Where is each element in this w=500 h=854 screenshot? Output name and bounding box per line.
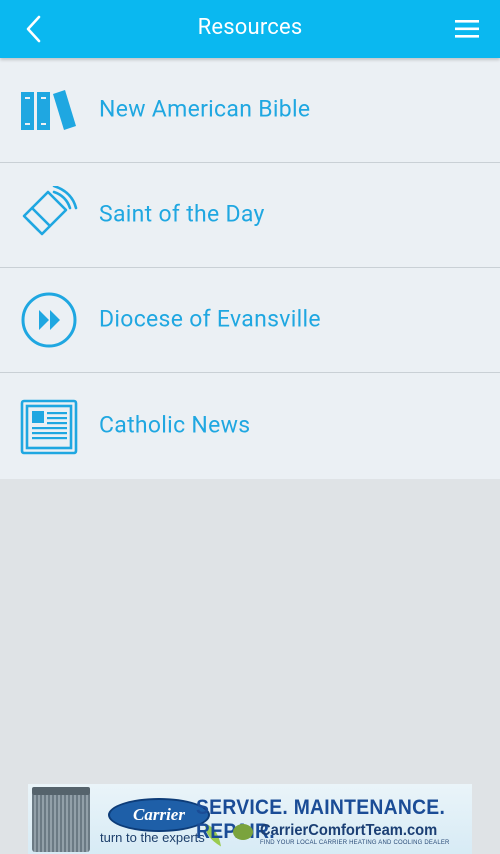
list-item-catholic-news[interactable]: Catholic News: [0, 373, 500, 479]
fast-forward-circle-icon: [20, 291, 78, 349]
books-icon: [20, 81, 78, 139]
list-item-label: Catholic News: [99, 411, 251, 439]
list-item-saint-of-the-day[interactable]: Saint of the Day: [0, 163, 500, 268]
air-conditioner-image: [32, 787, 90, 852]
newspaper-icon: [20, 397, 78, 455]
app-header: Resources: [0, 0, 500, 58]
resources-list: New American Bible Saint of the Day Dioc…: [0, 58, 500, 479]
list-item-new-american-bible[interactable]: New American Bible: [0, 58, 500, 163]
ad-subline: FIND YOUR LOCAL CARRIER HEATING AND COOL…: [260, 840, 450, 846]
list-item-diocese-of-evansville[interactable]: Diocese of Evansville: [0, 268, 500, 373]
list-item-label: New American Bible: [99, 95, 311, 123]
megaphone-icon: [20, 186, 78, 244]
hamburger-menu-icon: [455, 20, 479, 38]
list-item-label: Diocese of Evansville: [99, 305, 321, 333]
menu-button[interactable]: [452, 14, 482, 44]
advertisement-banner[interactable]: Carrier turn to the experts SERVICE. MAI…: [28, 784, 472, 854]
ad-url: CarrierComfortTeam.com: [260, 822, 438, 839]
ad-tagline: turn to the experts: [100, 830, 205, 845]
computer-icon: [233, 824, 253, 840]
carrier-logo: Carrier: [108, 798, 210, 832]
list-item-label: Saint of the Day: [99, 200, 265, 228]
page-title: Resources: [197, 15, 303, 40]
